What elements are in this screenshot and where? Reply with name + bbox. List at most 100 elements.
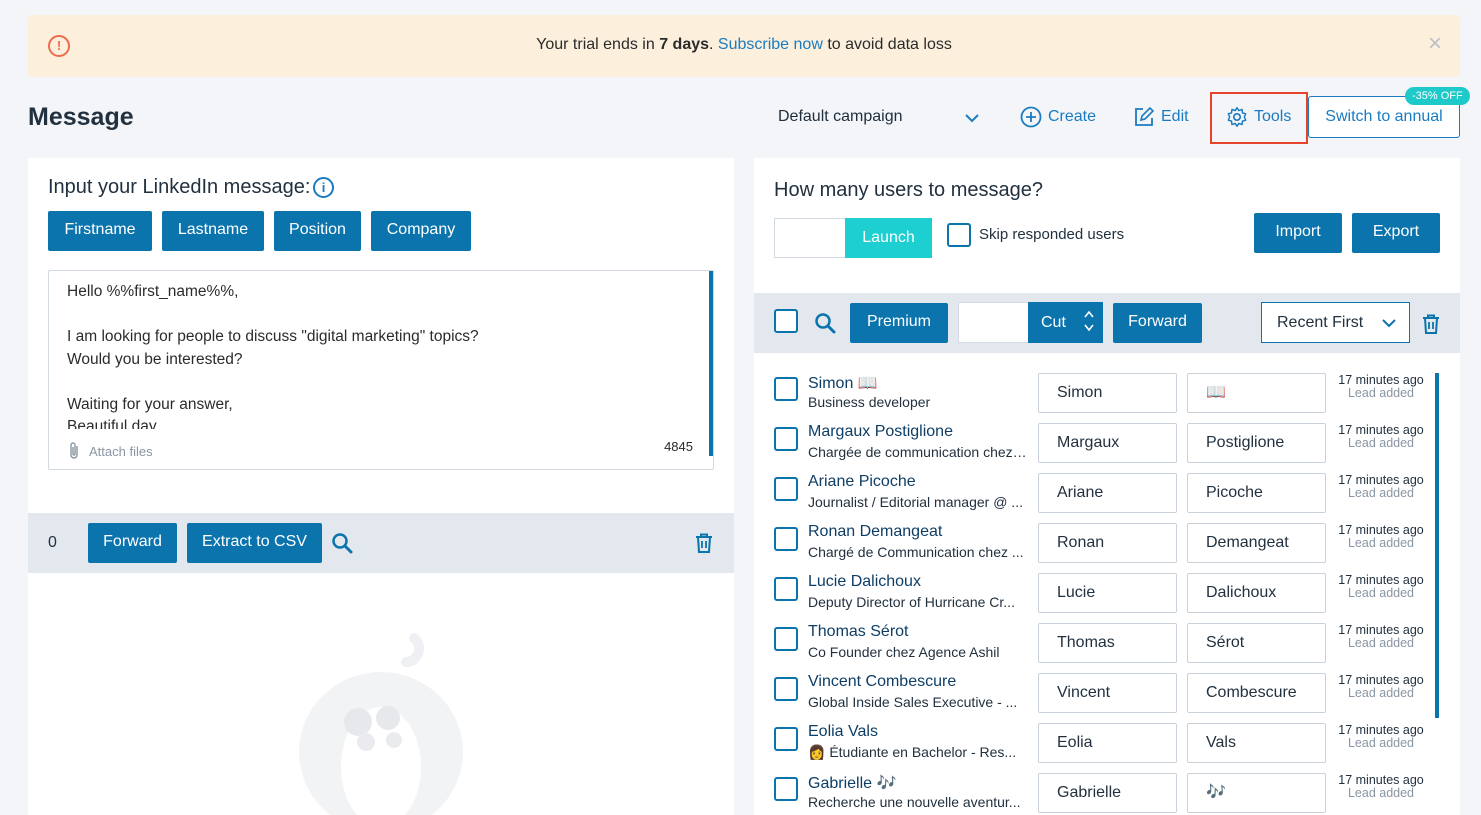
lastname-field[interactable]: 📖 bbox=[1187, 373, 1326, 413]
lastname-field[interactable]: Picoche bbox=[1187, 473, 1326, 513]
paperclip-icon bbox=[70, 442, 78, 459]
search-icon[interactable] bbox=[331, 532, 353, 554]
user-count-input[interactable] bbox=[774, 218, 846, 258]
lead-status: Lead added bbox=[1347, 786, 1415, 800]
trial-banner: ! Your trial ends in 7 days. Subscribe n… bbox=[28, 15, 1460, 77]
added-time: 17 minutes ago Lead added bbox=[1337, 774, 1425, 800]
lead-status: Lead added bbox=[1347, 636, 1415, 650]
trial-message: Your trial ends in 7 days. Subscribe now… bbox=[28, 36, 1460, 54]
message-line: Waiting for your answer, bbox=[67, 395, 233, 413]
user-name[interactable]: Ariane Picoche bbox=[808, 473, 916, 491]
textarea-scrollbar[interactable] bbox=[709, 271, 713, 456]
lead-status: Lead added bbox=[1347, 436, 1415, 450]
company-var-button[interactable]: Company bbox=[371, 211, 471, 251]
edit-button[interactable]: Edit bbox=[1133, 106, 1189, 128]
position-var-button[interactable]: Position bbox=[274, 211, 361, 251]
firstname-field[interactable]: Ariane bbox=[1038, 473, 1177, 513]
lastname-var-button[interactable]: Lastname bbox=[162, 211, 264, 251]
firstname-field[interactable]: Lucie bbox=[1038, 573, 1177, 613]
lastname-field[interactable]: 🎶 bbox=[1187, 773, 1326, 813]
user-name[interactable]: Eolia Vals bbox=[808, 723, 878, 741]
search-icon[interactable] bbox=[814, 312, 836, 334]
trial-text-before: Your trial ends in bbox=[536, 36, 660, 53]
char-count: 4845 bbox=[664, 439, 693, 454]
forward-selected-button[interactable]: Forward bbox=[88, 523, 177, 563]
message-line bbox=[67, 371, 687, 394]
message-line: I am looking for people to discuss "digi… bbox=[67, 328, 479, 345]
user-name[interactable]: Lucie Dalichoux bbox=[808, 573, 921, 591]
sort-select[interactable]: Recent First bbox=[1261, 302, 1410, 343]
firstname-field[interactable]: Thomas bbox=[1038, 623, 1177, 663]
firstname-field[interactable]: Eolia bbox=[1038, 723, 1177, 763]
user-title: Recherche une nouvelle aventur... bbox=[808, 794, 1021, 810]
user-name[interactable]: Vincent Combescure bbox=[808, 673, 956, 691]
message-line bbox=[67, 304, 687, 327]
user-checkbox[interactable] bbox=[774, 627, 798, 651]
message-textarea[interactable]: Hello %%first_name%%, I am looking for p… bbox=[48, 270, 714, 470]
user-row: Eolia Vals 👩 Étudiante en Bachelor - Res… bbox=[754, 713, 1444, 763]
info-icon[interactable]: i bbox=[313, 177, 334, 198]
message-body: Hello %%first_name%%, I am looking for p… bbox=[67, 281, 687, 429]
user-name[interactable]: Thomas Sérot bbox=[808, 623, 908, 641]
forward-list-button[interactable]: Forward bbox=[1113, 303, 1202, 343]
firstname-var-button[interactable]: Firstname bbox=[48, 211, 152, 251]
lastname-field[interactable]: Combescure bbox=[1187, 673, 1326, 713]
user-row: Ariane Picoche Journalist / Editorial ma… bbox=[754, 463, 1444, 513]
subscribe-link[interactable]: Subscribe now bbox=[718, 36, 823, 53]
tools-label: Tools bbox=[1254, 108, 1292, 125]
user-name[interactable]: Ronan Demangeat bbox=[808, 523, 942, 541]
lastname-field[interactable]: Postiglione bbox=[1187, 423, 1326, 463]
firstname-field[interactable]: Margaux bbox=[1038, 423, 1177, 463]
firstname-field[interactable]: Vincent bbox=[1038, 673, 1177, 713]
export-button[interactable]: Export bbox=[1352, 213, 1440, 253]
extract-csv-button[interactable]: Extract to CSV bbox=[187, 523, 322, 563]
user-name[interactable]: Simon 📖 bbox=[808, 373, 878, 393]
lead-status: Lead added bbox=[1347, 386, 1415, 400]
lead-status: Lead added bbox=[1347, 686, 1415, 700]
user-row: Simon 📖 Business developer Simon 📖 17 mi… bbox=[754, 363, 1444, 413]
user-title: Co Founder chez Agence Ashil bbox=[808, 644, 1000, 660]
lead-status: Lead added bbox=[1347, 486, 1415, 500]
user-checkbox[interactable] bbox=[774, 777, 798, 801]
tools-button[interactable]: Tools bbox=[1226, 106, 1291, 128]
user-name[interactable]: Gabrielle 🎶 bbox=[808, 773, 896, 793]
user-checkbox[interactable] bbox=[774, 577, 798, 601]
close-icon[interactable]: × bbox=[1428, 32, 1442, 56]
lastname-field[interactable]: Sérot bbox=[1187, 623, 1326, 663]
edit-label: Edit bbox=[1161, 108, 1189, 125]
firstname-field[interactable]: Simon bbox=[1038, 373, 1177, 413]
lead-status: Lead added bbox=[1347, 736, 1415, 750]
campaign-select[interactable]: Default campaign bbox=[778, 108, 988, 130]
cut-count-input[interactable] bbox=[958, 302, 1028, 343]
user-checkbox[interactable] bbox=[774, 427, 798, 451]
user-title: Chargée de communication chez ... bbox=[808, 444, 1028, 460]
user-checkbox[interactable] bbox=[774, 677, 798, 701]
attach-files-button[interactable]: Attach files bbox=[67, 441, 153, 461]
premium-filter-button[interactable]: Premium bbox=[850, 303, 948, 343]
launch-button[interactable]: Launch bbox=[845, 218, 932, 258]
skip-responded-checkbox[interactable] bbox=[947, 223, 971, 247]
create-button[interactable]: Create bbox=[1020, 106, 1096, 128]
user-name[interactable]: Margaux Postiglione bbox=[808, 423, 953, 441]
firstname-field[interactable]: Ronan bbox=[1038, 523, 1177, 563]
select-all-checkbox[interactable] bbox=[774, 309, 798, 333]
user-title: Business developer bbox=[808, 394, 931, 410]
user-title: Deputy Director of Hurricane Cr... bbox=[808, 594, 1015, 610]
user-checkbox[interactable] bbox=[774, 477, 798, 501]
import-button[interactable]: Import bbox=[1254, 213, 1342, 253]
trash-icon[interactable] bbox=[1421, 313, 1441, 335]
lead-status: Lead added bbox=[1347, 536, 1415, 550]
trash-icon[interactable] bbox=[694, 532, 714, 554]
user-row: Ronan Demangeat Chargé de Communication … bbox=[754, 513, 1444, 563]
trial-dot: . bbox=[709, 36, 714, 53]
user-checkbox[interactable] bbox=[774, 727, 798, 751]
firstname-field[interactable]: Gabrielle bbox=[1038, 773, 1177, 813]
lastname-field[interactable]: Dalichoux bbox=[1187, 573, 1326, 613]
lastname-field[interactable]: Demangeat bbox=[1187, 523, 1326, 563]
user-checkbox[interactable] bbox=[774, 377, 798, 401]
user-checkbox[interactable] bbox=[774, 527, 798, 551]
cut-label: Cut bbox=[1041, 314, 1066, 331]
user-title: 👩 Étudiante en Bachelor - Res... bbox=[808, 744, 1017, 760]
cut-select[interactable]: Cut bbox=[1028, 302, 1103, 343]
lastname-field[interactable]: Vals bbox=[1187, 723, 1326, 763]
